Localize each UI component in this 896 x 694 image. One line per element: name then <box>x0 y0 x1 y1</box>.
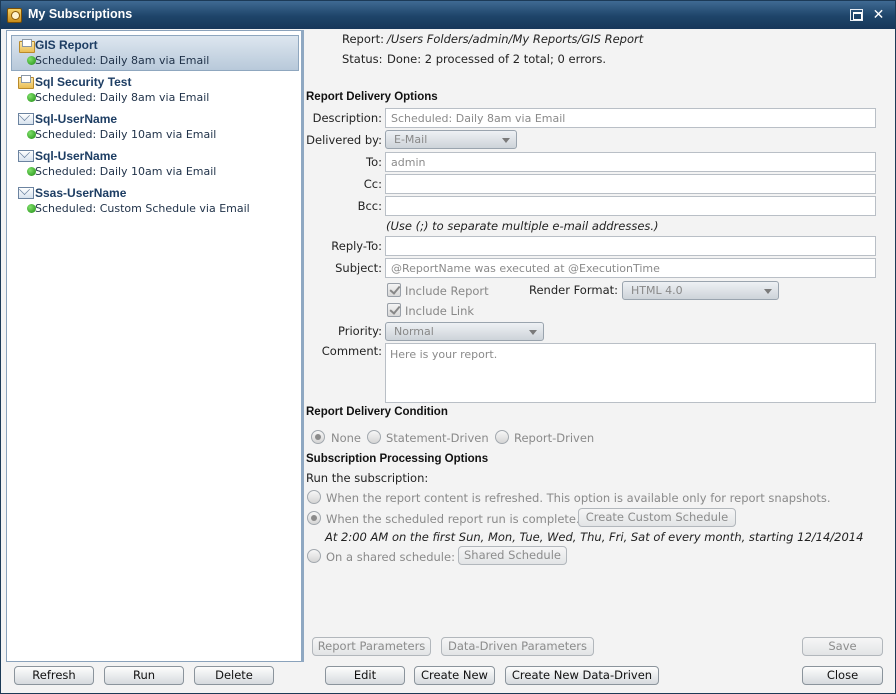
render-format-select[interactable]: HTML 4.0 <box>622 281 779 300</box>
report-folder-icon <box>19 39 35 53</box>
include-link-label: Include Link <box>405 304 475 318</box>
refresh-button[interactable]: Refresh <box>14 666 94 685</box>
status-label: Status: <box>342 52 383 66</box>
condition-statement-radio[interactable] <box>367 430 381 444</box>
subscriptions-app-icon <box>7 8 22 23</box>
subscription-name: Ssas-UserName <box>35 186 127 200</box>
delivered-by-select[interactable]: E-Mail <box>385 130 517 149</box>
schedule-description: At 2:00 AM on the first Sun, Mon, Tue, W… <box>325 530 864 544</box>
edit-button[interactable]: Edit <box>325 666 405 685</box>
description-label: Description: <box>312 111 382 125</box>
comment-label: Comment: <box>321 344 382 358</box>
subscription-schedule: Scheduled: Daily 10am via Email <box>35 165 217 178</box>
data-driven-parameters-button[interactable]: Data-Driven Parameters <box>441 637 594 656</box>
run-on-refresh-radio[interactable] <box>307 490 321 504</box>
comment-textarea[interactable]: Here is your report. <box>385 343 876 403</box>
processing-options-heading: Subscription Processing Options <box>306 453 489 465</box>
bcc-label: Bcc: <box>357 199 382 213</box>
subscription-details: Report: /Users Folders/admin/My Reports/… <box>304 30 894 662</box>
status-value: Done: 2 processed of 2 total; 0 errors. <box>387 52 606 66</box>
priority-label: Priority: <box>338 324 382 338</box>
delivered-by-label: Delivered by: <box>306 133 382 147</box>
to-label: To: <box>366 155 382 169</box>
report-mail-icon <box>18 150 34 162</box>
priority-select[interactable]: Normal <box>385 322 544 341</box>
condition-none-label: None <box>331 431 362 445</box>
subscriptions-window: My Subscriptions ✕ GIS Report Scheduled:… <box>0 0 896 694</box>
run-on-schedule-radio[interactable] <box>307 511 321 525</box>
run-on-shared-label: On a shared schedule: <box>326 550 455 564</box>
close-button[interactable]: Close <box>802 666 883 685</box>
delivery-options-heading: Report Delivery Options <box>306 91 438 103</box>
shared-schedule-button[interactable]: Shared Schedule <box>458 546 567 565</box>
subscription-schedule: Scheduled: Daily 10am via Email <box>35 128 217 141</box>
create-new-data-driven-button[interactable]: Create New Data-Driven <box>505 666 659 685</box>
create-custom-schedule-button[interactable]: Create Custom Schedule <box>578 508 736 527</box>
condition-report-label: Report-Driven <box>514 431 595 445</box>
window-title: My Subscriptions <box>28 7 133 21</box>
report-mail-icon <box>18 187 34 199</box>
delivery-condition-heading: Report Delivery Condition <box>306 406 448 418</box>
render-format-label: Render Format: <box>529 283 618 297</box>
subscription-item[interactable]: Sql Security Test Scheduled: Daily 8am v… <box>11 72 299 108</box>
run-button[interactable]: Run <box>104 666 184 685</box>
title-bar[interactable]: My Subscriptions ✕ <box>1 1 895 29</box>
bcc-field[interactable] <box>385 196 876 216</box>
subject-field[interactable]: @ReportName was executed at @ExecutionTi… <box>385 258 876 278</box>
run-subscription-label: Run the subscription: <box>306 471 429 485</box>
email-separator-hint: (Use (;) to separate multiple e-mail add… <box>386 219 659 233</box>
chevron-down-icon <box>529 330 537 335</box>
subscription-name: Sql-UserName <box>35 112 118 126</box>
cc-field[interactable] <box>385 174 876 194</box>
condition-statement-label: Statement-Driven <box>386 431 489 445</box>
reply-to-field[interactable] <box>385 236 876 256</box>
render-format-value: HTML 4.0 <box>631 284 683 297</box>
include-link-checkbox[interactable] <box>387 303 401 317</box>
report-parameters-button[interactable]: Report Parameters <box>312 637 431 656</box>
description-field[interactable]: Scheduled: Daily 8am via Email <box>385 108 876 128</box>
subscription-schedule: Scheduled: Daily 8am via Email <box>35 54 210 67</box>
to-field[interactable]: admin <box>385 152 876 172</box>
subscription-item[interactable]: Sql-UserName Scheduled: Daily 10am via E… <box>11 146 299 182</box>
chevron-down-icon <box>764 289 772 294</box>
close-icon[interactable]: ✕ <box>872 8 885 22</box>
subscription-schedule: Scheduled: Daily 8am via Email <box>35 91 210 104</box>
subscription-item[interactable]: Sql-UserName Scheduled: Daily 10am via E… <box>11 109 299 145</box>
include-report-label: Include Report <box>405 284 489 298</box>
chevron-down-icon <box>502 138 510 143</box>
run-on-shared-radio[interactable] <box>307 549 321 563</box>
include-report-checkbox[interactable] <box>387 283 401 297</box>
create-new-button[interactable]: Create New <box>414 666 495 685</box>
subject-label: Subject: <box>335 261 382 275</box>
subscription-list: GIS Report Scheduled: Daily 8am via Emai… <box>6 30 302 662</box>
report-label: Report: <box>342 32 384 46</box>
subscription-schedule: Scheduled: Custom Schedule via Email <box>35 202 250 215</box>
save-button[interactable]: Save <box>802 637 883 656</box>
delivered-by-value: E-Mail <box>394 133 428 146</box>
report-mail-icon <box>18 113 34 125</box>
maximize-icon[interactable] <box>850 9 863 21</box>
subscription-item[interactable]: GIS Report Scheduled: Daily 8am via Emai… <box>11 35 299 71</box>
condition-none-radio[interactable] <box>311 430 325 444</box>
reply-to-label: Reply-To: <box>331 239 382 253</box>
subscription-name: GIS Report <box>35 38 98 52</box>
report-folder-icon <box>18 75 34 89</box>
condition-report-radio[interactable] <box>495 430 509 444</box>
subscription-name: Sql-UserName <box>35 149 118 163</box>
subscription-item[interactable]: Ssas-UserName Scheduled: Custom Schedule… <box>11 183 299 219</box>
delete-button[interactable]: Delete <box>194 666 274 685</box>
report-path: /Users Folders/admin/My Reports/GIS Repo… <box>387 32 644 46</box>
priority-value: Normal <box>394 325 434 338</box>
run-on-schedule-label: When the scheduled report run is complet… <box>326 512 580 526</box>
subscription-name: Sql Security Test <box>35 75 132 89</box>
cc-label: Cc: <box>363 177 382 191</box>
run-on-refresh-label: When the report content is refreshed. Th… <box>326 491 831 505</box>
